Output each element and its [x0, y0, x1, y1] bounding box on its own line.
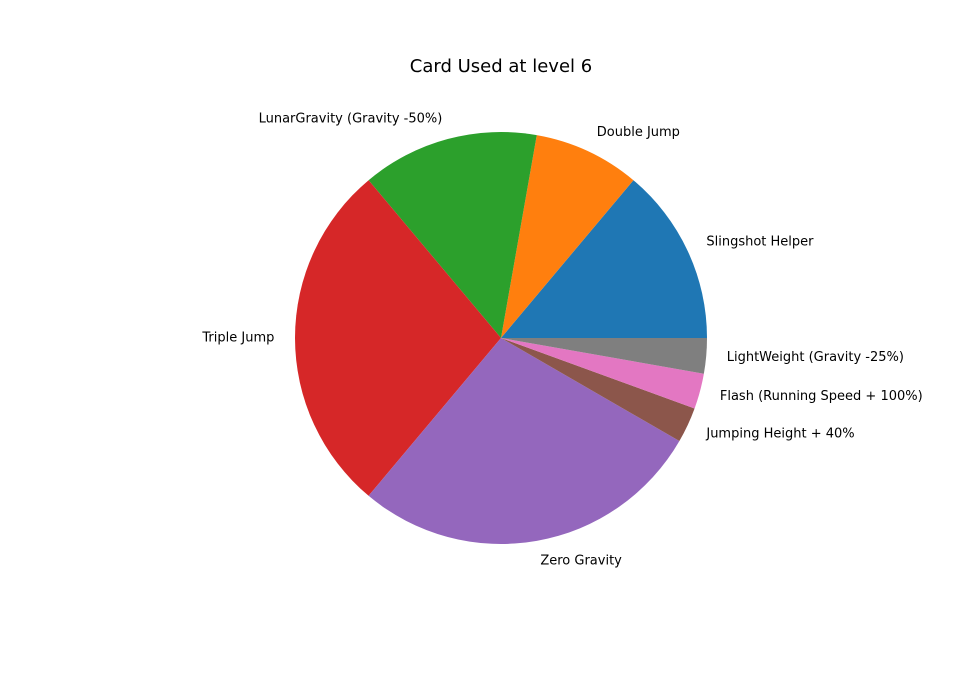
pie-label-zero-gravity: Zero Gravity: [540, 554, 622, 569]
pie-label-lightweight-gravity-25: LightWeight (Gravity -25%): [727, 350, 904, 365]
pie-label-slingshot-helper: Slingshot Helper: [706, 235, 814, 250]
pie-label-triple-jump: Triple Jump: [201, 331, 274, 346]
pie-chart: Card Used at level 6 Slingshot Helper Dou…: [201, 56, 923, 569]
chart-root: Card Used at level 6 Slingshot Helper Dou…: [0, 0, 977, 669]
pie-label-double-jump: Double Jump: [597, 125, 680, 140]
pie-label-jumping-height-40: Jumping Height + 40%: [705, 426, 854, 441]
chart-title: Card Used at level 6: [410, 56, 592, 77]
pie-label-flash-running-speed-100: Flash (Running Speed + 100%): [720, 389, 923, 404]
pie-label-lunargravity-gravity-50: LunarGravity (Gravity -50%): [259, 112, 443, 127]
pie-slices: [295, 132, 707, 544]
